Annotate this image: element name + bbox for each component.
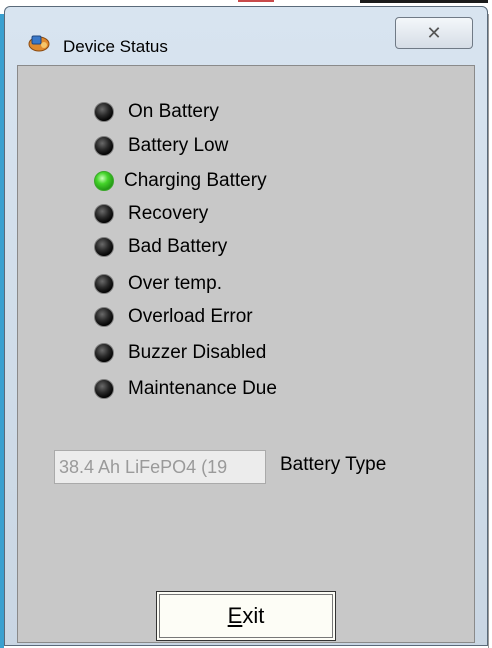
status-label: Bad Battery xyxy=(128,236,228,257)
status-battery-low: Battery Low xyxy=(94,135,228,157)
battery-type-label: Battery Type xyxy=(280,454,387,475)
status-charging-battery: Charging Battery xyxy=(94,170,267,192)
status-label: Buzzer Disabled xyxy=(128,342,267,363)
status-label: Maintenance Due xyxy=(128,378,277,399)
close-icon: ✕ xyxy=(426,22,442,43)
status-over-temp: Over temp. xyxy=(94,273,222,295)
device-status-dialog: Device Status ✕ On Battery Battery Low C… xyxy=(4,6,488,646)
device-app-icon xyxy=(28,35,50,52)
background-decoration xyxy=(238,0,274,2)
exit-button[interactable]: Exit xyxy=(156,591,336,641)
status-recovery: Recovery xyxy=(94,203,208,225)
exit-mnemonic: E xyxy=(227,603,243,628)
led-indicator-icon xyxy=(94,102,114,122)
status-bad-battery: Bad Battery xyxy=(94,236,227,258)
status-label: Charging Battery xyxy=(124,170,267,191)
close-button[interactable]: ✕ xyxy=(395,17,473,49)
status-panel: On Battery Battery Low Charging Battery … xyxy=(17,65,475,643)
led-indicator-icon xyxy=(94,274,114,294)
status-label: Battery Low xyxy=(128,135,229,156)
battery-type-field[interactable]: 38.4 Ah LiFePO4 (19 xyxy=(54,450,266,484)
led-indicator-icon xyxy=(94,204,114,224)
status-on-battery: On Battery xyxy=(94,101,219,123)
status-overload-error: Overload Error xyxy=(94,306,253,328)
led-indicator-icon xyxy=(94,136,114,156)
status-label: Recovery xyxy=(128,203,209,224)
led-indicator-icon xyxy=(94,171,114,191)
led-indicator-icon xyxy=(94,237,114,257)
led-indicator-icon xyxy=(94,379,114,399)
status-maintenance-due: Maintenance Due xyxy=(94,378,277,400)
status-label: Overload Error xyxy=(128,306,253,327)
titlebar[interactable]: Device Status ✕ xyxy=(5,7,487,63)
led-indicator-icon xyxy=(94,307,114,327)
exit-label: xit xyxy=(242,603,265,628)
status-label: On Battery xyxy=(128,101,219,122)
status-label: Over temp. xyxy=(128,273,222,294)
status-buzzer-disabled: Buzzer Disabled xyxy=(94,342,266,364)
led-indicator-icon xyxy=(94,343,114,363)
background-window-edge xyxy=(488,14,492,648)
window-title: Device Status xyxy=(63,37,168,56)
